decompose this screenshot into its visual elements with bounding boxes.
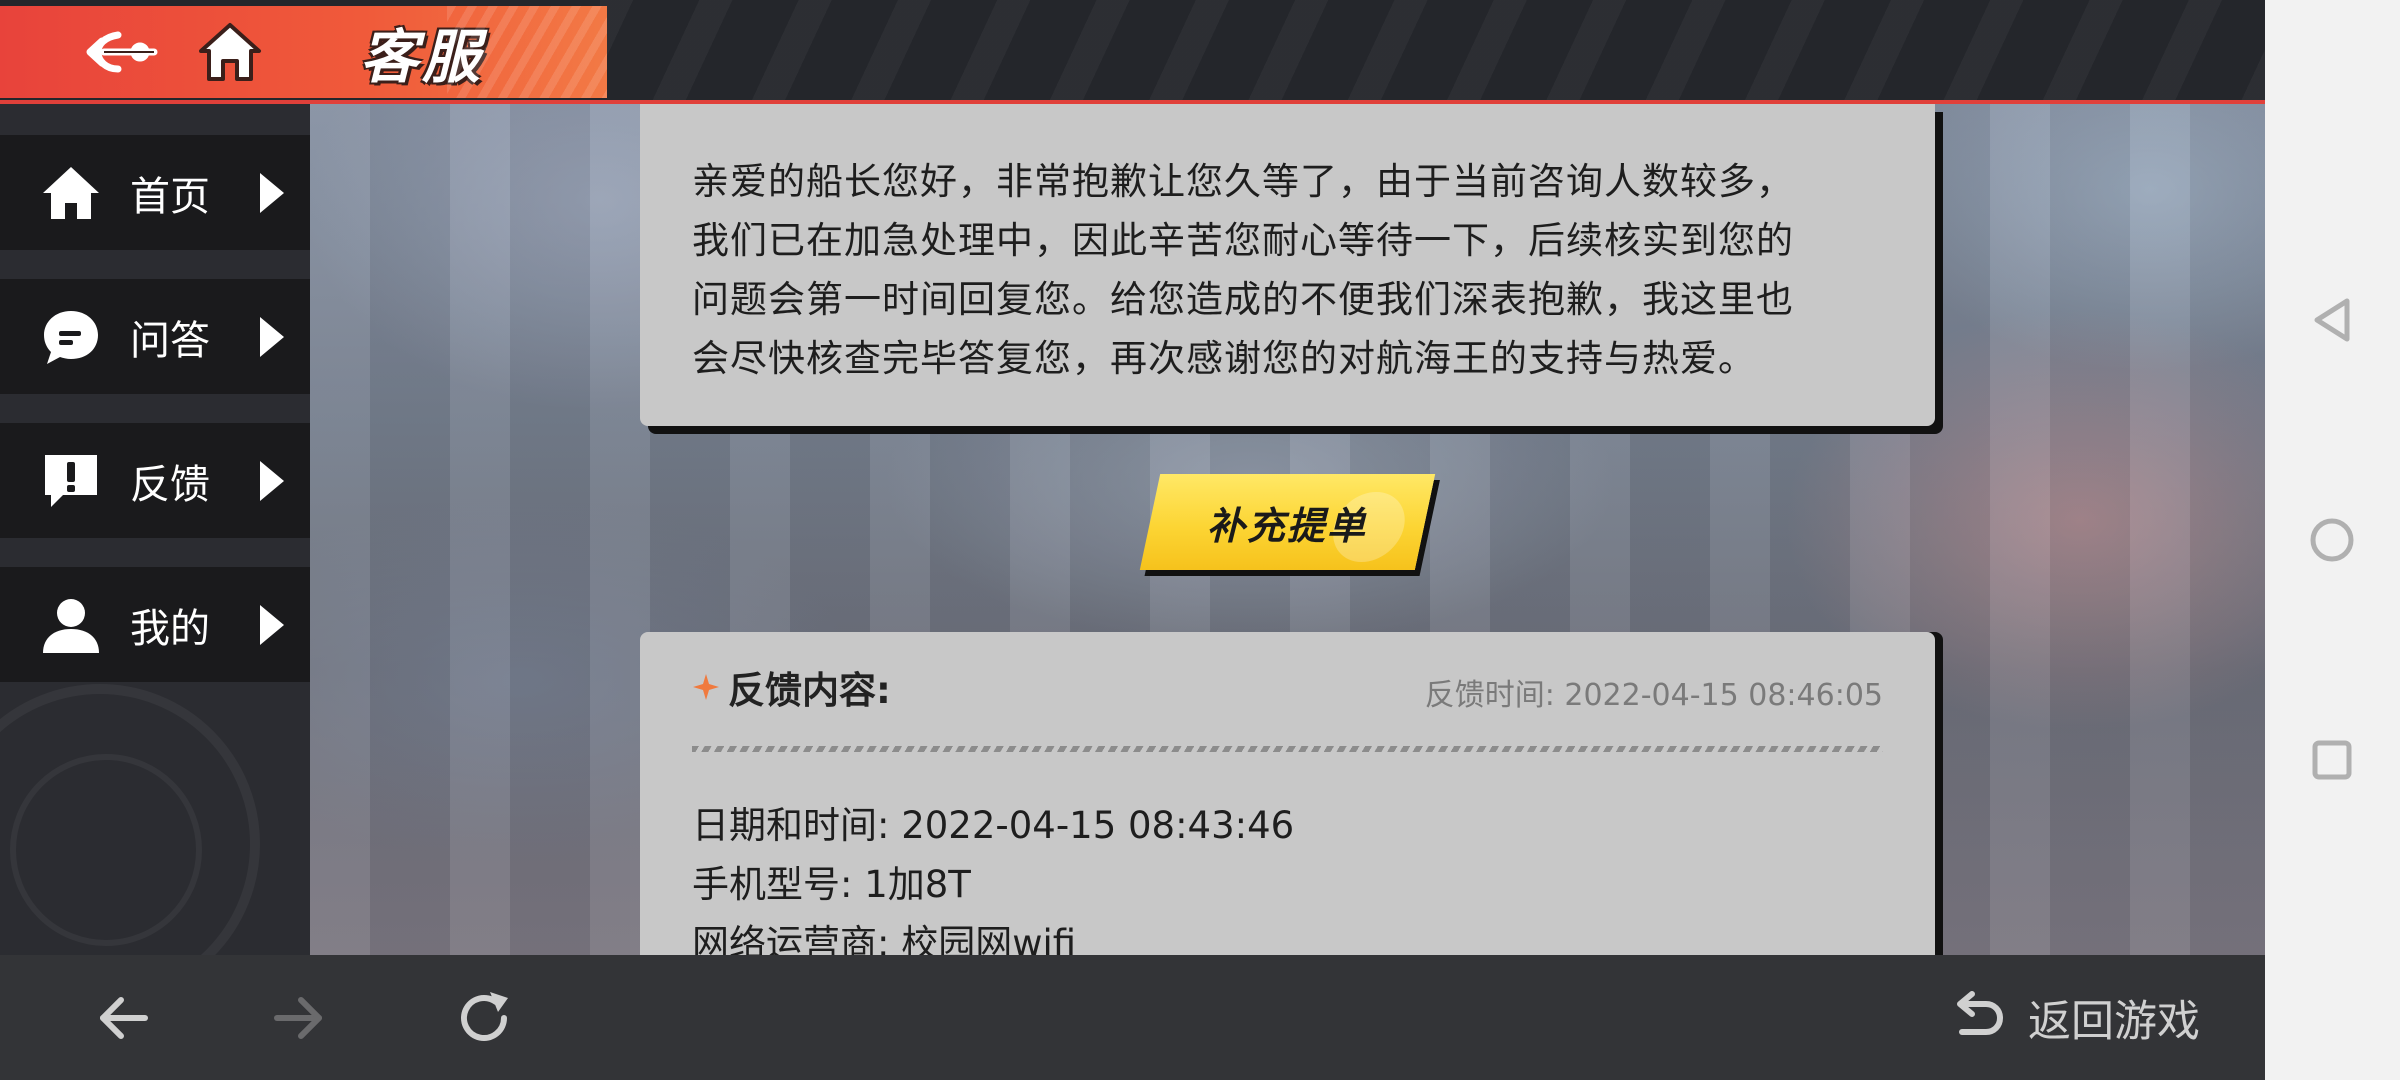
- page-title: 客服: [360, 23, 485, 91]
- feedback-line: 日期和时间: 2022-04-15 08:43:46: [692, 804, 1295, 847]
- sidebar-item-label: 首页: [130, 173, 210, 220]
- android-recents-button[interactable]: [2290, 718, 2374, 802]
- android-back-button[interactable]: [2290, 278, 2374, 362]
- reply-message-card: 亲爱的船长您好，非常抱歉让您久等了，由于当前咨询人数较多， 我们已在加急处理中，…: [640, 104, 1935, 426]
- title-plate: 客服: [0, 6, 607, 98]
- feedback-title: 反馈内容:: [728, 669, 891, 712]
- message-line: 我们已在加急处理中，因此辛苦您耐心等待一下，后续核实到您的: [692, 219, 1794, 262]
- browser-forward-button[interactable]: [266, 985, 332, 1051]
- chevron-right-icon: [260, 605, 284, 645]
- square-recents-icon: [2312, 740, 2352, 780]
- sidebar-item-qa[interactable]: 问答: [0, 279, 310, 394]
- feedback-time: 反馈时间: 2022-04-15 08:46:05: [1424, 678, 1883, 713]
- message-line: 会尽快核查完毕答复您，再次感谢您的对航海王的支持与热爱。: [692, 337, 1756, 380]
- home-button[interactable]: [190, 14, 270, 90]
- chevron-right-icon: [260, 461, 284, 501]
- triangle-back-icon: [2314, 298, 2350, 342]
- message-line: 问题会第一时间回复您。给您造成的不便我们深表抱歉，我这里也: [692, 278, 1794, 321]
- star-icon: [693, 674, 719, 700]
- android-home-button[interactable]: [2290, 498, 2374, 582]
- supplement-ticket-label: 补充提单: [1207, 503, 1368, 548]
- circle-home-icon: [2310, 518, 2354, 562]
- sidebar-item-label: 我的: [130, 605, 210, 652]
- feedback-details: 日期和时间: 2022-04-15 08:43:46 手机型号: 1加8T 网络…: [692, 752, 1883, 973]
- reply-message-text: 亲爱的船长您好，非常抱歉让您久等了，由于当前咨询人数较多， 我们已在加急处理中，…: [692, 152, 1883, 388]
- feedback-card: 反馈内容: 反馈时间: 2022-04-15 08:46:05 日期和时间: 2…: [640, 632, 1935, 972]
- supplement-ticket-button[interactable]: 补充提单: [1139, 474, 1436, 570]
- arrow-right-icon: [274, 997, 322, 1039]
- sidebar-item-label: 问答: [130, 317, 210, 364]
- arrow-left-icon: [100, 997, 148, 1039]
- header-pattern: [600, 0, 2265, 100]
- return-arrow-icon: [1957, 991, 2003, 1035]
- sidebar-item-label: 反馈: [130, 461, 210, 508]
- top-header-bar: 客服: [0, 0, 2265, 104]
- app-root: 客服 首页 问答 反馈 我的 亲爱的船长您好，非常抱歉让您久等了，由于当前咨询人…: [0, 0, 2400, 1080]
- chevron-right-icon: [260, 173, 284, 213]
- feedback-line: 手机型号: 1加8T: [692, 863, 971, 906]
- sidebar-item-mine[interactable]: 我的: [0, 567, 310, 682]
- anchor-back-icon: [86, 31, 158, 73]
- sidebar-item-home[interactable]: 首页: [0, 135, 310, 250]
- bottom-toolbar: 返回游戏: [0, 955, 2265, 1080]
- sidebar-item-feedback[interactable]: 反馈: [0, 423, 310, 538]
- message-line: 亲爱的船长您好，非常抱歉让您久等了，由于当前咨询人数较多，: [692, 160, 1794, 203]
- refresh-icon: [461, 992, 508, 1041]
- home-icon: [36, 158, 106, 228]
- home-icon: [199, 23, 261, 81]
- chat-bubble-icon: [36, 302, 106, 372]
- back-button[interactable]: [82, 14, 162, 90]
- browser-back-button[interactable]: [90, 985, 156, 1051]
- return-to-game-label: 返回游戏: [2028, 997, 2200, 1047]
- exclamation-bubble-icon: [36, 446, 106, 516]
- user-icon: [36, 590, 106, 660]
- refresh-button[interactable]: [451, 985, 517, 1051]
- sidebar: 首页 问答 反馈 我的: [0, 104, 310, 1004]
- feedback-header: 反馈内容: 反馈时间: 2022-04-15 08:46:05: [692, 632, 1883, 742]
- return-to-game-button[interactable]: 返回游戏: [1950, 985, 2200, 1051]
- chevron-right-icon: [260, 317, 284, 357]
